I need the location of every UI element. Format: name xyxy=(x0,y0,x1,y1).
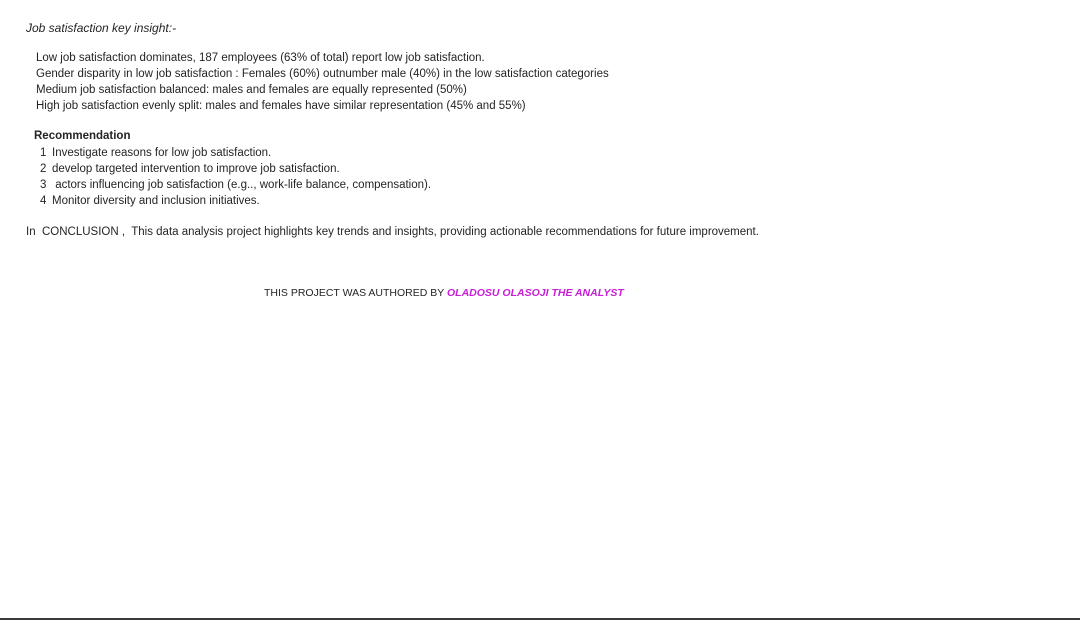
insight-item-low: Low job satisfaction dominates, 187 empl… xyxy=(36,52,485,64)
report-page: Job satisfaction key insight:- Low job s… xyxy=(0,0,1080,618)
recommendation-heading: Recommendation xyxy=(34,130,131,142)
recommendation-text: Investigate reasons for low job satisfac… xyxy=(52,147,272,159)
insight-list: Low job satisfaction dominates, 187 empl… xyxy=(36,50,609,114)
insight-item-gender: Gender disparity in low job satisfaction… xyxy=(36,68,609,80)
recommendation-number: 3 xyxy=(40,179,47,191)
recommendation-item: 3 actors influencing job satisfaction (e… xyxy=(40,177,431,193)
author-credit: THIS PROJECT WAS AUTHORED BY OLADOSU OLA… xyxy=(264,286,624,300)
recommendation-item: 1 Investigate reasons for low job satisfa… xyxy=(40,145,431,161)
insight-item-medium: Medium job satisfaction balanced: males … xyxy=(36,84,467,96)
recommendation-number: 2 xyxy=(40,163,47,175)
author-name: OLADOSU OLASOJI THE ANALYST xyxy=(447,287,624,299)
recommendation-text: develop targeted intervention to improve… xyxy=(52,163,340,175)
recommendation-item: 2 develop targeted intervention to improv… xyxy=(40,161,431,177)
conclusion-text: In CONCLUSION , This data analysis proje… xyxy=(26,226,759,238)
insight-item-high: High job satisfaction evenly split: male… xyxy=(36,100,526,112)
recommendation-number: 4 xyxy=(40,195,47,207)
recommendation-text: Monitor diversity and inclusion initiati… xyxy=(52,195,260,207)
insight-heading: Job satisfaction key insight:- xyxy=(26,21,177,35)
recommendation-number: 1 xyxy=(40,147,47,159)
recommendation-list: 1 Investigate reasons for low job satisfa… xyxy=(40,145,431,209)
author-prefix: THIS PROJECT WAS AUTHORED BY xyxy=(264,287,448,299)
recommendation-text: actors influencing job satisfaction (e.g… xyxy=(52,179,432,191)
recommendation-item: 4 Monitor diversity and inclusion initiat… xyxy=(40,193,431,209)
